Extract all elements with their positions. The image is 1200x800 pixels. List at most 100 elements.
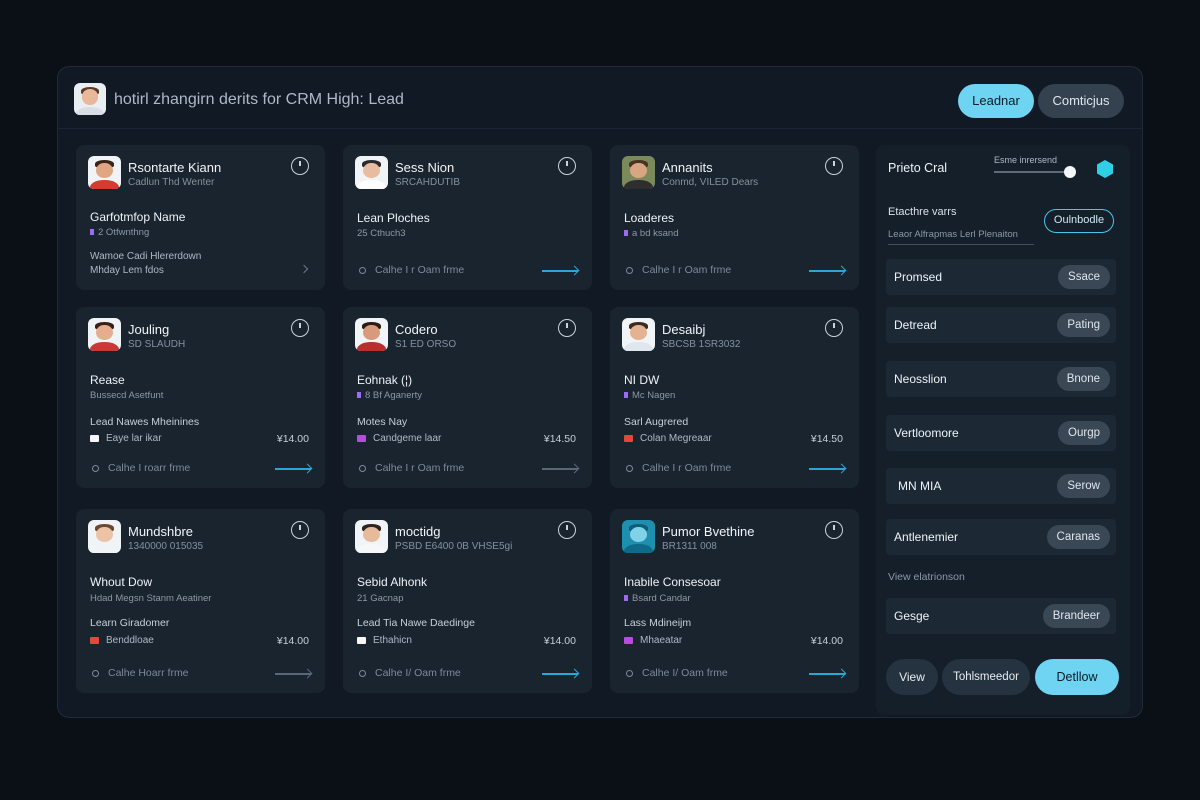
lead-note-2: Mhday Lem fdos: [90, 265, 164, 276]
view-label: View elatrionson: [888, 571, 965, 583]
lead-card[interactable]: Desaibj SBCSB 1SR3032 NI DW Mc Nagen Sar…: [610, 307, 859, 488]
clock-icon[interactable]: [558, 521, 576, 539]
page-title: hotirl zhangirn derits for CRM High: Lea…: [114, 91, 404, 108]
arrow-right-icon[interactable]: [809, 468, 845, 470]
lead-name: Annanits: [662, 160, 713, 175]
panel-row: Vertloomore Ourgp: [886, 415, 1116, 451]
clock-icon[interactable]: [558, 157, 576, 175]
user-avatar[interactable]: [74, 83, 106, 115]
clock-icon[interactable]: [291, 157, 309, 175]
arrow-right-icon[interactable]: [542, 270, 578, 272]
lead-subtitle: S1 ED ORSO: [395, 339, 457, 350]
lead-title: Lean Ploches: [357, 211, 430, 225]
filter-panel: Prieto Cral Esme inrersend Etacthre varr…: [876, 145, 1130, 715]
lead-subtitle: SD SLAUDH: [128, 339, 186, 350]
arrow-right-icon[interactable]: [542, 673, 578, 675]
view-button[interactable]: View: [886, 659, 938, 695]
panel-row: Promsed Ssace: [886, 259, 1116, 295]
lead-label: Learn Giradomer: [90, 617, 170, 629]
arrow-right-icon[interactable]: [809, 673, 845, 675]
row-button[interactable]: Pating: [1057, 313, 1110, 337]
row-label: Vertloomore: [894, 426, 959, 440]
row-button[interactable]: Serow: [1057, 474, 1110, 498]
clock-icon[interactable]: [291, 521, 309, 539]
arrow-right-icon[interactable]: [809, 270, 845, 272]
lead-tag: a bd ksand: [624, 228, 678, 239]
lead-detail: Colan Megreaar: [624, 433, 712, 444]
avatar: [355, 520, 388, 553]
clock-icon[interactable]: [558, 319, 576, 337]
lead-footer: Calhe I r Oam frme: [626, 462, 731, 474]
lead-tag: 2 Otfwnthng: [90, 227, 149, 238]
lead-footer: Calhe I/ Oam frme: [626, 667, 728, 679]
lead-tag: 25 Cthuch3: [357, 228, 406, 239]
lead-tag: Mc Nagen: [624, 390, 675, 401]
lead-footer: Calhe Hoarr frme: [92, 667, 189, 679]
lead-footer: Calhe I r Oam frme: [359, 264, 464, 276]
clock-icon[interactable]: [825, 319, 843, 337]
row-button[interactable]: Brandeer: [1042, 604, 1110, 628]
row-button[interactable]: Ourgp: [1058, 421, 1110, 445]
arrow-right-icon[interactable]: [542, 468, 578, 470]
slider-track[interactable]: [994, 171, 1072, 173]
lead-name: moctidg: [395, 524, 441, 539]
lead-amount: ¥14.00: [543, 635, 576, 647]
contacts-button[interactable]: Comticjus: [1038, 84, 1124, 118]
panel-row: Gesge Brandeer: [886, 598, 1116, 634]
hexagon-icon[interactable]: [1097, 160, 1113, 178]
clock-icon[interactable]: [291, 319, 309, 337]
primary-action-button[interactable]: Detllow: [1035, 659, 1119, 695]
lead-subtitle: 1340000 015035: [128, 541, 204, 552]
avatar: [622, 520, 655, 553]
lead-card[interactable]: Annanits Conmd, VILED Dears Loaderes a b…: [610, 145, 859, 290]
outline-button[interactable]: Oulnbodle: [1044, 209, 1114, 233]
lead-title: Sebid Alhonk: [357, 575, 428, 589]
lead-footer: Calhe I roarr frme: [92, 462, 190, 474]
lead-subtitle: PSBD E6400 0B VHSE5gi: [395, 541, 513, 552]
lead-name: Desaibj: [662, 322, 706, 337]
lead-subtitle: SBCSB 1SR3032: [662, 339, 741, 350]
lead-title: Whout Dow: [90, 575, 153, 589]
lead-card[interactable]: Jouling SD SLAUDH Rease Bussecd Asetfunt…: [76, 307, 325, 488]
clock-icon[interactable]: [825, 157, 843, 175]
section-title: Etacthre varrs: [888, 206, 957, 218]
lead-note: Wamoe Cadi Hlererdown: [90, 251, 202, 262]
lead-label: Lead Tia Nawe Daedinge: [357, 617, 475, 629]
lead-name: Jouling: [128, 322, 170, 337]
avatar: [88, 318, 121, 351]
avatar: [88, 520, 121, 553]
clock-icon[interactable]: [825, 521, 843, 539]
lead-amount: ¥14.00: [810, 635, 843, 647]
lead-tag: Hdad Megsn Stanm Aeatiner: [90, 593, 212, 604]
lead-title: NI DW: [624, 373, 660, 387]
row-button[interactable]: Ssace: [1058, 265, 1110, 289]
lead-tag: 21 Gacnap: [357, 593, 404, 604]
avatar: [88, 156, 121, 189]
lead-amount: ¥14.50: [810, 433, 843, 445]
arrow-right-icon[interactable]: [275, 673, 311, 675]
lead-card[interactable]: Pumor Bvethine BR1311 008 Inabile Conses…: [610, 509, 859, 693]
chevron-right-icon[interactable]: [299, 264, 309, 274]
row-button[interactable]: Caranas: [1046, 525, 1110, 549]
lead-title: Eohnak (¦): [357, 373, 413, 387]
lead-name: Rsontarte Kiann: [128, 160, 222, 175]
arrow-right-icon[interactable]: [275, 468, 311, 470]
lead-name: Mundshbre: [128, 524, 194, 539]
lead-detail: Eaye lar ikar: [90, 433, 162, 444]
lead-subtitle: SRCAHDUTIB: [395, 177, 461, 188]
leads-button[interactable]: Leadnar: [958, 84, 1034, 118]
row-button[interactable]: Bnone: [1056, 367, 1110, 391]
lead-card[interactable]: Rsontarte Kiann Cadlun Thd Wenter Garfot…: [76, 145, 325, 290]
lead-detail: Candgeme laar: [357, 433, 441, 444]
section-input[interactable]: Leaor Alfrapmas Lerl Plenaiton: [888, 229, 1034, 245]
lead-card[interactable]: Sess Nion SRCAHDUTIB Lean Ploches 25 Cth…: [343, 145, 592, 290]
avatar: [622, 156, 655, 189]
lead-card[interactable]: Mundshbre 1340000 015035 Whout Dow Hdad …: [76, 509, 325, 693]
lead-detail: Mhaeatar: [624, 635, 682, 646]
lead-card[interactable]: Codero S1 ED ORSO Eohnak (¦) 8 Bf Aganer…: [343, 307, 592, 488]
secondary-action-button[interactable]: Tohlsmeedor: [942, 659, 1030, 695]
lead-card[interactable]: moctidg PSBD E6400 0B VHSE5gi Sebid Alho…: [343, 509, 592, 693]
lead-title: Rease: [90, 373, 125, 387]
slider-handle[interactable]: [1064, 166, 1076, 178]
lead-title: Inabile Consesoar: [624, 575, 721, 589]
